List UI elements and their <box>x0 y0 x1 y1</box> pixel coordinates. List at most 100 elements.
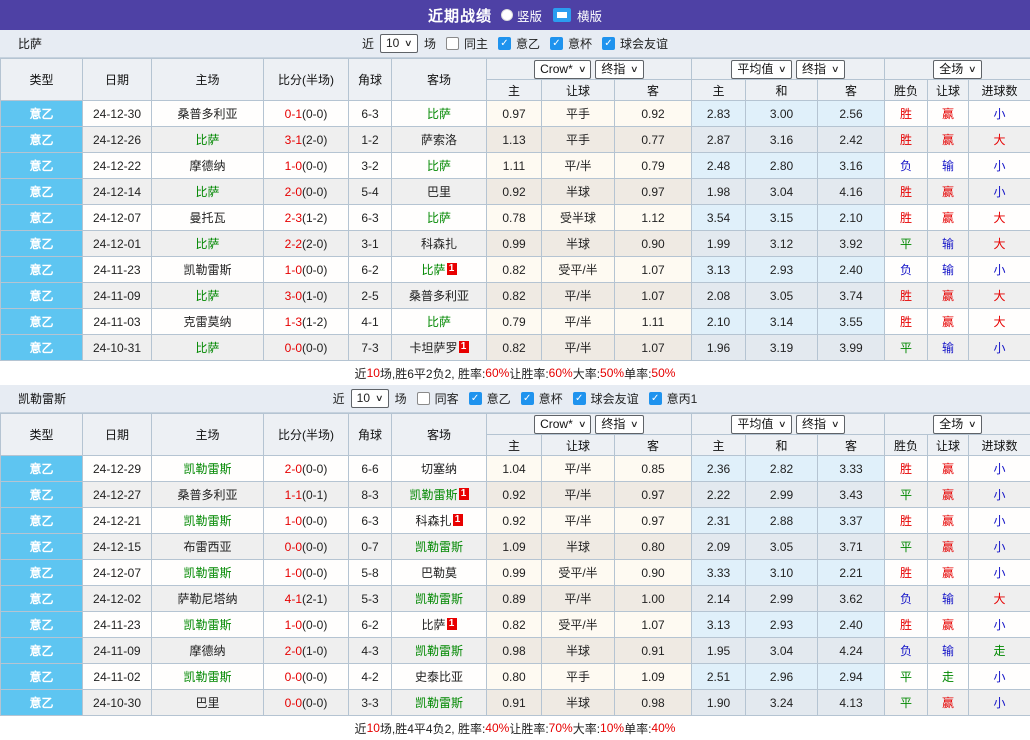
team-link: 布雷西亚 <box>183 540 231 554</box>
header-select-1-1[interactable]: 终指∨ <box>796 60 845 79</box>
halftime-score: (0-1) <box>302 488 327 502</box>
avg-draw-cell: 3.12 <box>746 231 818 257</box>
avg-draw-cell: 3.05 <box>746 534 818 560</box>
layout-radio-vertical[interactable]: 竖版 <box>501 6 542 25</box>
layout-radio-horizontal[interactable]: 横版 <box>551 6 602 25</box>
header-select-2-0[interactable]: 全场∨ <box>933 60 982 79</box>
team-cell: 凯勒雷斯 <box>392 690 487 716</box>
match-row: 意乙24-11-09比萨3-0(1-0)2-5桑普多利亚0.82平/半1.072… <box>1 283 1030 309</box>
match-row: 意乙24-11-23凯勒雷斯1-0(0-0)6-2比萨10.82受平/半1.07… <box>1 257 1030 283</box>
handicap-cell: 半球 <box>542 179 615 205</box>
handicap-cell: 平手 <box>542 664 615 690</box>
handicap-cell: 平手 <box>542 101 615 127</box>
home-odds-cell: 0.80 <box>487 664 542 690</box>
header-select-1-1[interactable]: 终指∨ <box>796 415 845 434</box>
filter-checkbox-同客[interactable] <box>417 392 430 405</box>
match-row: 意乙24-10-31比萨0-0(0-0)7-3卡坦萨罗10.82平/半1.071… <box>1 335 1030 361</box>
avg-draw-cell: 2.93 <box>746 257 818 283</box>
team-link: 凯勒雷斯 <box>183 462 231 476</box>
radio-selected-icon[interactable] <box>553 8 571 22</box>
radio-icon[interactable] <box>501 9 513 21</box>
fulltime-score: 4-1 <box>285 592 302 606</box>
header-select-1-0[interactable]: 平均值∨ <box>731 415 792 434</box>
header-select-0-0[interactable]: Crow*∨ <box>534 415 591 434</box>
avg-home-cell: 2.51 <box>692 664 746 690</box>
team-link: 比萨 <box>195 133 219 147</box>
team-cell: 比萨1 <box>392 612 487 638</box>
team-cell: 比萨1 <box>392 257 487 283</box>
corner-cell: 4-2 <box>349 664 392 690</box>
match-count-select[interactable]: 10 ∨ <box>351 389 389 408</box>
away-odds-cell: 0.91 <box>615 638 692 664</box>
filter-checkbox-意杯[interactable]: ✓ <box>550 37 563 50</box>
away-odds-cell: 1.07 <box>615 257 692 283</box>
avg-away-cell: 3.55 <box>818 309 885 335</box>
sub-col-header: 客 <box>615 80 692 101</box>
date-cell: 24-12-29 <box>83 456 152 482</box>
handicap-result-cell: 赢 <box>928 534 969 560</box>
avg-draw-cell: 3.14 <box>746 309 818 335</box>
score-cell: 0-0(0-0) <box>264 335 349 361</box>
date-cell: 24-10-30 <box>83 690 152 716</box>
team-cell: 凯勒雷斯1 <box>392 482 487 508</box>
corner-cell: 3-2 <box>349 153 392 179</box>
halftime-score: (0-0) <box>302 462 327 476</box>
filter-checkbox-意乙[interactable]: ✓ <box>469 392 482 405</box>
filter-checkbox-球会友谊[interactable]: ✓ <box>573 392 586 405</box>
away-odds-cell: 0.85 <box>615 456 692 482</box>
avg-away-cell: 2.42 <box>818 127 885 153</box>
home-odds-cell: 0.79 <box>487 309 542 335</box>
filter-checkbox-意乙[interactable]: ✓ <box>498 37 511 50</box>
corner-cell: 2-5 <box>349 283 392 309</box>
team-cell: 凯勒雷斯 <box>152 508 264 534</box>
chevron-down-icon: ∨ <box>630 62 639 77</box>
header-select-1-0[interactable]: 平均值∨ <box>731 60 792 79</box>
match-count-select-value: 10 <box>357 391 370 406</box>
handicap-cell: 受半球 <box>542 205 615 231</box>
league-cell: 意乙 <box>1 612 83 638</box>
league-cell: 意乙 <box>1 309 83 335</box>
filter-checkbox-同主[interactable] <box>446 37 459 50</box>
match-count-select[interactable]: 10∨ <box>380 34 418 53</box>
team-name: 比萨 <box>18 35 42 52</box>
home-odds-cell: 0.92 <box>487 179 542 205</box>
away-odds-cell: 0.97 <box>615 482 692 508</box>
goals-result-cell: 大 <box>969 283 1030 309</box>
score-cell: 1-0(0-0) <box>264 153 349 179</box>
filter-checkbox-意丙1[interactable]: ✓ <box>649 392 662 405</box>
result-cell: 平 <box>885 690 928 716</box>
match-row: 意乙24-12-29凯勒雷斯2-0(0-0)6-6切塞纳1.04平/半0.852… <box>1 456 1030 482</box>
avg-draw-cell: 2.88 <box>746 508 818 534</box>
handicap-cell: 平/半 <box>542 482 615 508</box>
header-select-0-1[interactable]: 终指∨ <box>595 415 644 434</box>
filter-checkbox-意杯[interactable]: ✓ <box>521 392 534 405</box>
sub-col-header: 主 <box>487 80 542 101</box>
date-cell: 24-11-23 <box>83 612 152 638</box>
header-select-0-0[interactable]: Crow*∨ <box>534 60 591 79</box>
summary-stat-value: 70% <box>549 721 573 735</box>
goals-result-cell: 大 <box>969 586 1030 612</box>
header-select-2-0[interactable]: 全场∨ <box>933 415 982 434</box>
match-row: 意乙24-12-21凯勒雷斯1-0(0-0)6-3科森扎10.92平/半0.97… <box>1 508 1030 534</box>
filter-checkbox-球会友谊[interactable]: ✓ <box>602 37 615 50</box>
score-cell: 1-0(0-0) <box>264 612 349 638</box>
col-header: 客场 <box>392 414 487 456</box>
chevron-down-icon: ∨ <box>375 391 384 406</box>
fulltime-score: 2-3 <box>285 211 302 225</box>
team-link: 科森扎 <box>421 237 457 251</box>
fulltime-score: 0-1 <box>285 107 302 121</box>
fulltime-score: 1-0 <box>285 514 302 528</box>
result-cell: 平 <box>885 482 928 508</box>
summary-stat-label: 近 <box>355 365 367 382</box>
team-link: 曼托瓦 <box>189 211 225 225</box>
halftime-score: (0-0) <box>302 670 327 684</box>
odds-source-header: Crow*∨终指∨ <box>487 414 692 435</box>
team-link: 史泰比亚 <box>415 670 463 684</box>
date-cell: 24-12-26 <box>83 127 152 153</box>
header-select-0-1[interactable]: 终指∨ <box>595 60 644 79</box>
avg-draw-cell: 3.15 <box>746 205 818 231</box>
result-cell: 胜 <box>885 179 928 205</box>
team-cell: 萨索洛 <box>392 127 487 153</box>
avg-home-cell: 2.36 <box>692 456 746 482</box>
avg-home-cell: 1.99 <box>692 231 746 257</box>
